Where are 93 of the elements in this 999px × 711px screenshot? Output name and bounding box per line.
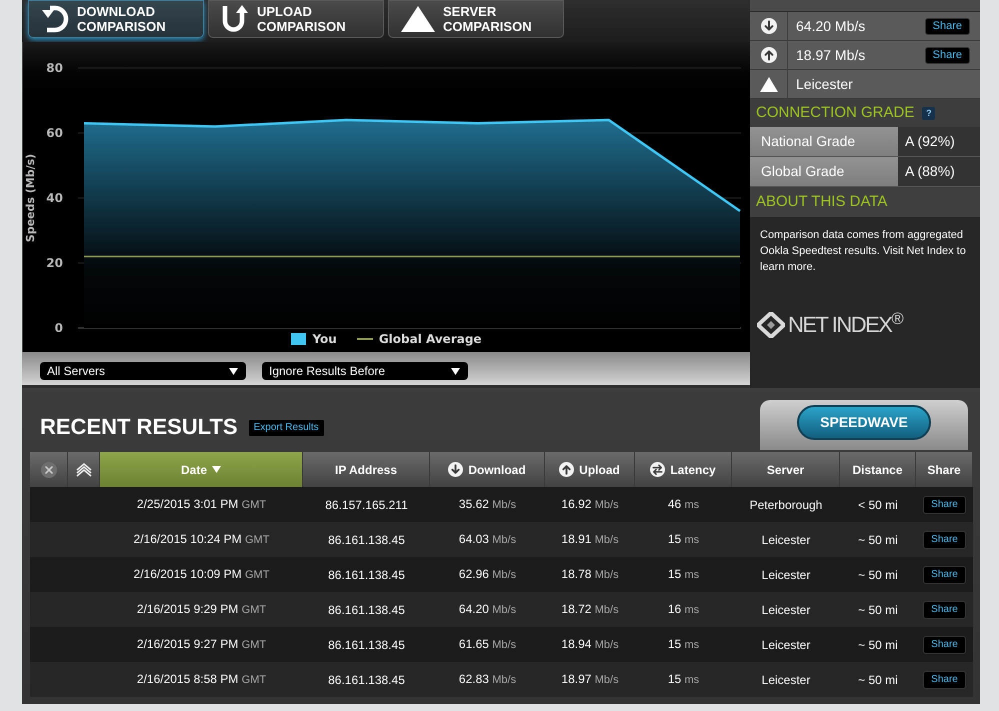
share-button[interactable]: Share: [923, 530, 966, 548]
upload-cell-text: 16.92 Mb/s: [561, 496, 619, 514]
section-title: CONNECTION GRADE: [756, 102, 914, 123]
logo-text: NET INDEX$^{®}$: [788, 314, 902, 336]
tick-label: 20: [46, 256, 63, 270]
grade-label: National Grade: [750, 127, 898, 156]
tick-label: 0: [54, 321, 63, 332]
distance-cell-text: ~ 50 mi: [858, 636, 898, 654]
download-cell-text: 62.83 Mb/s: [458, 671, 516, 688]
export-button[interactable]: Export Results: [248, 418, 325, 436]
download-cell-text: 64.20 Mb/s: [458, 601, 516, 618]
distance-cell-text: ~ 50 mi: [858, 602, 898, 618]
share-button[interactable]: Share: [923, 566, 966, 584]
latency-cell-text: 15 ms: [668, 671, 700, 688]
ip-cell-text: 86.161.138.45: [328, 566, 405, 584]
ip-cell-text: 86.161.138.45: [328, 602, 405, 618]
up-arrow-circle-icon: [559, 462, 574, 477]
grade-value: A (88%): [898, 157, 980, 186]
legend-label: You: [312, 332, 337, 346]
upload-cell-text: 18.94 Mb/s: [561, 636, 619, 654]
diamond-logo-icon: [757, 312, 785, 338]
ip-cell-text: 86.161.138.45: [328, 532, 405, 548]
share-button[interactable]: Share: [923, 670, 966, 688]
axis-label: Speeds (Mb/s): [24, 154, 37, 242]
share-button[interactable]: Share: [924, 46, 970, 64]
share-button[interactable]: Share: [924, 18, 970, 34]
curved-arrow-icon: [41, 4, 69, 34]
tick-label: 80: [46, 61, 63, 75]
speedwave-button[interactable]: SPEEDWAVE: [797, 404, 931, 440]
distance-cell-text: ~ 50 mi: [858, 672, 898, 688]
server-cell-text: Leicester: [762, 636, 810, 654]
up-arrow-circle-icon: [760, 47, 776, 63]
comparison-tab[interactable]: UPLOAD COMPARISON: [208, 0, 384, 38]
date-cell-text: 2/16/2015 10:09 PM GMT: [134, 566, 270, 584]
comparison-tab[interactable]: SERVER COMPARISON: [388, 0, 564, 38]
close-icon: [40, 462, 56, 478]
about-text: Comparison data comes from aggregated Ookla Speedtest results. Visit Net Index to learn more.: [759, 228, 967, 275]
latency-cell-text: 16 ms: [668, 601, 700, 618]
caret-icon: [451, 368, 460, 374]
share-button[interactable]: Share: [923, 636, 966, 654]
date-cell-text: 2/16/2015 8:58 PM GMT: [136, 671, 266, 688]
filter-dropdown[interactable]: Ignore Results Before: [262, 362, 468, 380]
sort-caret-icon: [212, 466, 221, 473]
speed-value: 64.20 Mb/s: [796, 16, 866, 36]
date-cell-text: 2/16/2015 9:29 PM GMT: [136, 601, 266, 618]
tick-label: 40: [46, 191, 63, 205]
ip-cell-text: 86.157.165.211: [325, 496, 408, 514]
u-turn-arrow-icon: [221, 4, 249, 34]
legend-label: Global Average: [378, 332, 482, 346]
download-cell-text: 62.96 Mb/s: [458, 566, 516, 584]
server-cell-text: Peterborough: [750, 496, 822, 514]
speed-value: 18.97 Mb/s: [796, 46, 866, 64]
help-button[interactable]: ?: [922, 106, 936, 120]
latency-cell-text: 15 ms: [668, 636, 700, 654]
server-cell-text: Leicester: [762, 566, 810, 584]
upload-cell-text: 18.78 Mb/s: [561, 566, 619, 584]
grade-value: A (92%): [898, 127, 980, 156]
distance-cell-text: < 50 mi: [858, 496, 898, 514]
date-cell-text: 2/25/2015 3:01 PM GMT: [136, 496, 266, 514]
latency-cell-text: 15 ms: [668, 566, 700, 584]
upload-cell-text: 18.97 Mb/s: [561, 671, 619, 688]
date-cell-text: 2/16/2015 10:24 PM GMT: [134, 531, 270, 548]
comparison-tab[interactable]: DOWNLOAD COMPARISON: [28, 0, 204, 38]
upload-cell-text: 18.72 Mb/s: [561, 601, 619, 618]
download-cell-text: 35.62 Mb/s: [458, 496, 516, 514]
distance-cell-text: ~ 50 mi: [858, 566, 898, 584]
caret-icon: [229, 368, 238, 374]
share-button[interactable]: Share: [923, 600, 966, 618]
latency-cell-text: 15 ms: [668, 531, 700, 548]
triangle-icon: [401, 6, 435, 32]
date-cell-text: 2/16/2015 9:27 PM GMT: [136, 636, 266, 654]
server-name: Leicester: [796, 74, 853, 94]
down-arrow-circle-icon: [760, 18, 776, 34]
exchange-arrows-icon: [650, 462, 666, 477]
grade-label: Global Grade: [750, 157, 898, 186]
server-cell-text: Leicester: [762, 602, 810, 618]
filter-dropdown[interactable]: All Servers: [40, 362, 246, 380]
download-cell-text: 61.65 Mb/s: [458, 636, 516, 654]
ip-cell-text: 86.161.138.45: [328, 672, 405, 688]
share-button[interactable]: Share: [923, 496, 966, 514]
layers-icon: [76, 462, 92, 476]
latency-cell-text: 46 ms: [668, 496, 700, 514]
upload-cell-text: 18.91 Mb/s: [561, 531, 619, 548]
ip-cell-text: 86.161.138.45: [328, 636, 405, 654]
server-cell-text: Leicester: [762, 672, 810, 688]
distance-cell-text: ~ 50 mi: [858, 532, 898, 548]
tick-label: 60: [46, 126, 63, 140]
down-arrow-circle-icon: [448, 462, 464, 477]
triangle-icon: [760, 76, 778, 92]
section-title: ABOUT THIS DATA: [756, 192, 888, 212]
server-cell-text: Leicester: [762, 532, 810, 548]
section-title: RECENT RESULTS: [40, 412, 238, 440]
download-cell-text: 64.03 Mb/s: [458, 531, 516, 548]
